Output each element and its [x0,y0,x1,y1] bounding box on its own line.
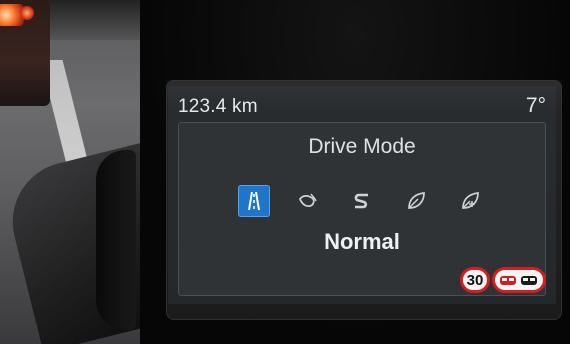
cluster-display: 123.4 km 7° Drive Mode Normal 30 [168,86,556,304]
steering-wheel-edge [96,150,136,330]
no-overtaking-icon [500,276,537,285]
outside-temperature: 7° [525,94,546,117]
no-overtaking-sign [492,267,546,293]
leaf-plus-icon [462,192,479,209]
sport-s-icon [354,193,368,209]
mode-leaf-option[interactable] [400,185,432,217]
speed-limit-sign: 30 [460,267,490,293]
eco-drop-icon [299,193,317,208]
speed-limit-value: 30 [466,271,484,289]
drive-mode-title: Drive Mode [308,135,416,158]
tail-light-secondary [20,6,34,20]
mode-eco-option[interactable] [292,185,324,217]
windshield-view [0,0,140,344]
traffic-sign-recognition: 30 [460,264,556,296]
odometer: 123.4 km [178,96,258,117]
road-normal-icon [248,191,260,211]
current-drive-mode: Normal [324,229,400,254]
car-ahead [0,0,50,106]
drive-mode-selector [179,181,545,221]
mode-normal-option[interactable] [238,185,270,217]
status-bar: 123.4 km 7° [168,86,556,126]
leaf-icon [408,192,425,209]
mode-leaf-plus-option[interactable] [454,185,486,217]
mode-sport-option[interactable] [346,185,378,217]
